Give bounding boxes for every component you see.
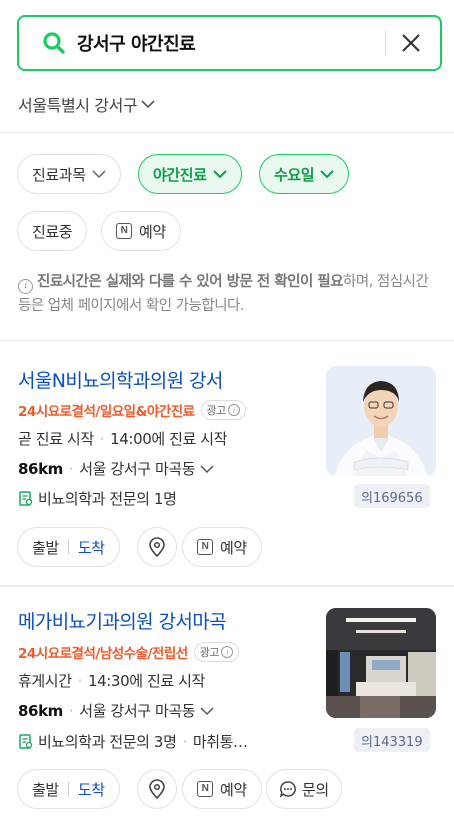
ad-badge[interactable]: 광고 i xyxy=(193,642,239,662)
filter-department[interactable]: 진료과목 xyxy=(17,154,121,194)
distance: 86km xyxy=(18,459,63,478)
inquire-label: 문의 xyxy=(302,780,329,799)
doctor-document-icon xyxy=(19,491,33,506)
doctor-count: 비뇨의학과 전문의 3명 xyxy=(38,733,177,751)
place-tags-text: 24시요로결석/일요일&야간진료 xyxy=(18,404,195,420)
place-tags-text: 24시요로결석/남성수술/전립선 xyxy=(18,646,188,662)
place-location[interactable]: 86km · 서울 강서구 마곡동 xyxy=(18,700,214,721)
notice-text: i 진료시간은 실제와 다를 수 있어 방문 전 확인이 필요하며, 점심시간 등… xyxy=(18,270,438,318)
place-photo-doctor[interactable] xyxy=(326,366,436,476)
doctor-document-icon xyxy=(19,734,33,749)
route-button[interactable]: 출발 도착 xyxy=(17,769,120,809)
filter-night-label: 야간진료 xyxy=(153,165,207,184)
chevron-down-icon xyxy=(200,464,214,473)
reserve-label: 예약 xyxy=(220,538,247,557)
chevron-down-icon xyxy=(200,706,214,715)
depart-label[interactable]: 출발 xyxy=(32,537,59,558)
doctor-count: 비뇨의학과 전문의 1명 xyxy=(38,490,177,508)
divider xyxy=(0,132,454,133)
review-count-badge[interactable]: 의169656 xyxy=(354,484,430,508)
ad-label: 광고 xyxy=(199,646,220,659)
divider xyxy=(0,340,454,341)
search-input[interactable]: 강서구 야간진료 xyxy=(77,30,385,56)
place-hours: 곧 진료 시작 · 14:00에 진료 시작 xyxy=(18,429,228,449)
place-tags: 24시요로결석/일요일&야간진료 광고 i xyxy=(18,400,246,420)
filter-open-now-label: 진료중 xyxy=(32,222,73,241)
notice-bold: 진료시간은 실제와 다를 수 있어 방문 전 확인이 필요 xyxy=(37,274,344,290)
address: 서울 강서구 마곡동 xyxy=(79,460,196,478)
filter-department-label: 진료과목 xyxy=(32,165,86,184)
hours-status: 곧 진료 시작 xyxy=(18,430,94,448)
close-icon[interactable] xyxy=(400,32,422,54)
reserve-label: 예약 xyxy=(220,780,247,799)
info-icon: i xyxy=(227,404,240,416)
filter-night-clinic[interactable]: 야간진료 xyxy=(138,154,242,194)
info-icon: i xyxy=(18,278,33,294)
filter-reserve-label: 예약 xyxy=(139,222,166,241)
hours-time: 14:00에 진료 시작 xyxy=(110,430,228,448)
chevron-down-icon xyxy=(320,170,334,179)
place-hours: 휴게시간 · 14:30에 진료 시작 xyxy=(18,671,205,691)
route-button[interactable]: 출발 도착 xyxy=(17,527,120,567)
divider xyxy=(385,30,386,56)
divider xyxy=(0,585,454,587)
inquire-button[interactable]: 문의 xyxy=(266,769,342,809)
naver-booking-icon: N xyxy=(197,781,213,797)
place-doctors: 비뇨의학과 전문의 1명 xyxy=(18,488,177,509)
doctor-extra: 마취통… xyxy=(192,733,248,751)
naver-booking-icon: N xyxy=(197,539,213,555)
place-name-link[interactable]: 서울N비뇨의학과의원 강서 xyxy=(18,366,223,393)
reserve-button[interactable]: N 예약 xyxy=(182,769,262,809)
ad-badge[interactable]: 광고 i xyxy=(200,400,246,420)
address: 서울 강서구 마곡동 xyxy=(79,702,196,720)
map-pin-icon xyxy=(149,779,165,799)
filter-reserve[interactable]: N 예약 xyxy=(101,211,181,251)
chat-bubble-icon xyxy=(279,781,296,798)
map-pin-icon xyxy=(149,537,165,557)
search-icon xyxy=(43,32,65,54)
region-selector[interactable]: 서울특별시 강서구 xyxy=(18,92,155,116)
region-label: 서울특별시 강서구 xyxy=(18,96,138,115)
place-tags: 24시요로결석/남성수술/전립선 광고 i xyxy=(18,642,239,662)
ad-label: 광고 xyxy=(206,404,227,417)
reserve-button[interactable]: N 예약 xyxy=(182,527,262,567)
chevron-down-icon xyxy=(212,170,227,179)
place-name-link[interactable]: 메가비뇨기과의원 강서마곡 xyxy=(18,607,227,634)
search-bar[interactable]: 강서구 야간진료 xyxy=(17,15,442,71)
naver-booking-icon: N xyxy=(116,223,132,239)
depart-label[interactable]: 출발 xyxy=(32,779,59,800)
map-pin-button[interactable] xyxy=(137,769,177,809)
hours-status: 휴게시간 xyxy=(18,672,72,690)
map-pin-button[interactable] xyxy=(137,527,177,567)
place-location[interactable]: 86km · 서울 강서구 마곡동 xyxy=(18,458,214,479)
arrive-label[interactable]: 도착 xyxy=(78,537,105,558)
arrive-label[interactable]: 도착 xyxy=(78,779,105,800)
chevron-down-icon xyxy=(92,170,106,179)
hours-time: 14:30에 진료 시작 xyxy=(87,672,205,690)
chevron-down-icon xyxy=(141,100,155,109)
place-doctors: 비뇨의학과 전문의 3명 · 마취통… xyxy=(18,731,248,752)
filter-weekday[interactable]: 수요일 xyxy=(259,154,350,194)
info-icon: i xyxy=(220,646,233,658)
place-photo-interior[interactable] xyxy=(326,608,436,718)
filter-weekday-label: 수요일 xyxy=(274,165,315,184)
filter-open-now[interactable]: 진료중 xyxy=(17,211,88,251)
review-count-badge[interactable]: 의143319 xyxy=(354,728,430,752)
distance: 86km xyxy=(18,701,63,720)
